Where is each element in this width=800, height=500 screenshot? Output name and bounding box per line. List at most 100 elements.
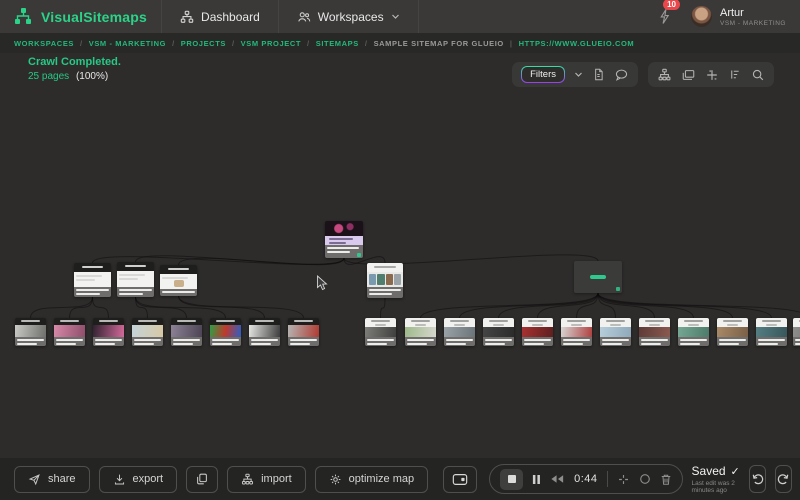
- hierarchy-view-icon[interactable]: [657, 68, 672, 82]
- sitemap-node-thumbLight[interactable]: [717, 318, 748, 346]
- sitemap-node-thumbDark[interactable]: [210, 318, 241, 346]
- pause-icon: [532, 474, 541, 484]
- sitemap-node-thumbDark[interactable]: [288, 318, 319, 346]
- report-doc-icon[interactable]: [592, 67, 605, 82]
- sitemap-node-pageLight[interactable]: [367, 263, 403, 298]
- crawl-status-title: Crawl Completed.: [28, 56, 121, 68]
- export-label: export: [132, 473, 164, 485]
- sitemap-node-thumbLight[interactable]: [444, 318, 475, 346]
- nav-item-dashboard[interactable]: Dashboard: [162, 0, 278, 33]
- dashboard-label: Dashboard: [201, 9, 260, 24]
- breadcrumb-link[interactable]: WORKSPACES: [14, 39, 74, 48]
- sitemap-node-pageDark[interactable]: [117, 262, 154, 297]
- saved-label: Saved: [691, 464, 726, 478]
- breadcrumb-link[interactable]: VSM - MARKETING: [89, 39, 166, 48]
- view-tools-group: [648, 62, 774, 87]
- nav-item-workspaces[interactable]: Workspaces: [279, 0, 418, 33]
- sitemap-node-thumbLight[interactable]: [793, 318, 800, 346]
- redo-button[interactable]: [774, 465, 792, 493]
- breadcrumb: WORKSPACES / VSM - MARKETING / PROJECTS / VSM …: [0, 33, 800, 53]
- brand-logo[interactable]: VisualSitemaps: [0, 0, 161, 33]
- import-button[interactable]: import: [227, 465, 306, 493]
- mouse-cursor: [317, 275, 328, 291]
- sitemap-node-pageDark[interactable]: [74, 263, 111, 297]
- breadcrumb-link[interactable]: PROJECTS: [181, 39, 226, 48]
- sitemap-node-plain[interactable]: [574, 261, 622, 293]
- sitemap-node-thumbLight[interactable]: [639, 318, 670, 346]
- breadcrumb-separator: /: [364, 38, 368, 48]
- record-video-button[interactable]: [443, 465, 478, 493]
- export-button[interactable]: export: [98, 465, 178, 493]
- filters-button[interactable]: Filters: [521, 66, 565, 83]
- top-navbar: VisualSitemaps Dashboard Workspaces 10 A…: [0, 0, 800, 33]
- rewind-button[interactable]: [550, 474, 565, 484]
- crawl-pages-count: 25 pages: [28, 71, 70, 82]
- sitemap-node-thumbDark[interactable]: [54, 318, 85, 346]
- avatar[interactable]: [690, 6, 712, 27]
- sitemap-node-root[interactable]: [325, 221, 363, 258]
- breadcrumb-link[interactable]: SITEMAPS: [316, 39, 359, 48]
- sitemap-node-thumbLight[interactable]: [522, 318, 553, 346]
- breadcrumb-separator: /: [172, 38, 175, 48]
- dashboard-icon: [180, 10, 194, 23]
- crosshair-button[interactable]: [617, 473, 630, 486]
- sitemap-node-thumbDark[interactable]: [171, 318, 202, 346]
- stop-icon: [507, 475, 516, 483]
- nav-divider: [417, 0, 419, 33]
- share-label: share: [48, 473, 76, 485]
- notifications-button[interactable]: 10: [648, 0, 681, 25]
- crawl-percent: (100%): [75, 71, 109, 82]
- chevron-down-icon[interactable]: [574, 71, 583, 78]
- share-button[interactable]: share: [14, 465, 90, 493]
- trash-icon: [661, 474, 670, 485]
- sitemap-node-thumbDark[interactable]: [132, 318, 163, 346]
- check-icon: ✓: [730, 465, 740, 478]
- breadcrumb-link[interactable]: VSM PROJECT: [241, 39, 301, 48]
- optimize-gear-icon: [330, 474, 341, 484]
- video-camera-icon: [452, 473, 468, 485]
- playback-time: 0:44: [574, 473, 598, 485]
- save-status: Saved ✓ Last edit was 2 minutes ago: [692, 464, 740, 494]
- copy-icon: [197, 473, 208, 485]
- sitemap-node-pageDark[interactable]: [160, 265, 197, 296]
- sitemap-node-thumbLight[interactable]: [365, 318, 396, 346]
- sitemap-node-thumbLight[interactable]: [561, 318, 592, 346]
- delete-recording-button[interactable]: [660, 473, 672, 486]
- optimize-map-label: optimize map: [348, 473, 415, 485]
- filter-list-icon[interactable]: [728, 68, 742, 81]
- player-divider: [606, 471, 608, 487]
- sitemap-node-thumbDark[interactable]: [93, 318, 124, 346]
- canvas-toolbar: Filters: [512, 62, 774, 87]
- undo-button[interactable]: [748, 465, 766, 493]
- sitemap-node-thumbDark[interactable]: [15, 318, 46, 346]
- loop-button[interactable]: [639, 473, 651, 485]
- breadcrumb-separator: /: [80, 38, 83, 48]
- sitemap-node-thumbLight[interactable]: [483, 318, 514, 346]
- breadcrumb-url-link[interactable]: HTTPS://WWW.GLUEIO.COM: [519, 39, 635, 48]
- window-view-icon[interactable]: [681, 68, 696, 82]
- visualsitemaps-logo-icon: [15, 8, 31, 24]
- breadcrumb-separator: /: [307, 38, 310, 48]
- last-edit-text: Last edit was 2 minutes ago: [691, 480, 735, 494]
- comment-icon[interactable]: [614, 68, 629, 82]
- paper-plane-icon: [28, 473, 40, 485]
- brand-name: VisualSitemaps: [41, 8, 148, 25]
- sitemap-node-thumbLight[interactable]: [756, 318, 787, 346]
- sitemap-node-thumbLight[interactable]: [405, 318, 436, 346]
- sitemap-node-thumbLight[interactable]: [678, 318, 709, 346]
- sitemap-node-thumbDark[interactable]: [249, 318, 280, 346]
- circle-icon: [639, 474, 650, 484]
- add-node-icon[interactable]: [705, 68, 719, 82]
- duplicate-button[interactable]: [186, 465, 219, 493]
- rewind-icon: [551, 475, 564, 483]
- breadcrumb-separator: /: [231, 38, 235, 48]
- stop-button[interactable]: [500, 468, 524, 490]
- pause-button[interactable]: [532, 474, 541, 485]
- filters-label: Filters: [530, 69, 556, 80]
- sitemap-node-thumbLight[interactable]: [600, 318, 631, 346]
- search-icon[interactable]: [751, 68, 765, 82]
- user-meta: Artur VSM - MARKETING: [720, 7, 786, 27]
- optimize-map-button[interactable]: optimize map: [314, 465, 429, 493]
- crosshair-icon: [618, 474, 628, 484]
- filters-group: Filters: [512, 62, 638, 87]
